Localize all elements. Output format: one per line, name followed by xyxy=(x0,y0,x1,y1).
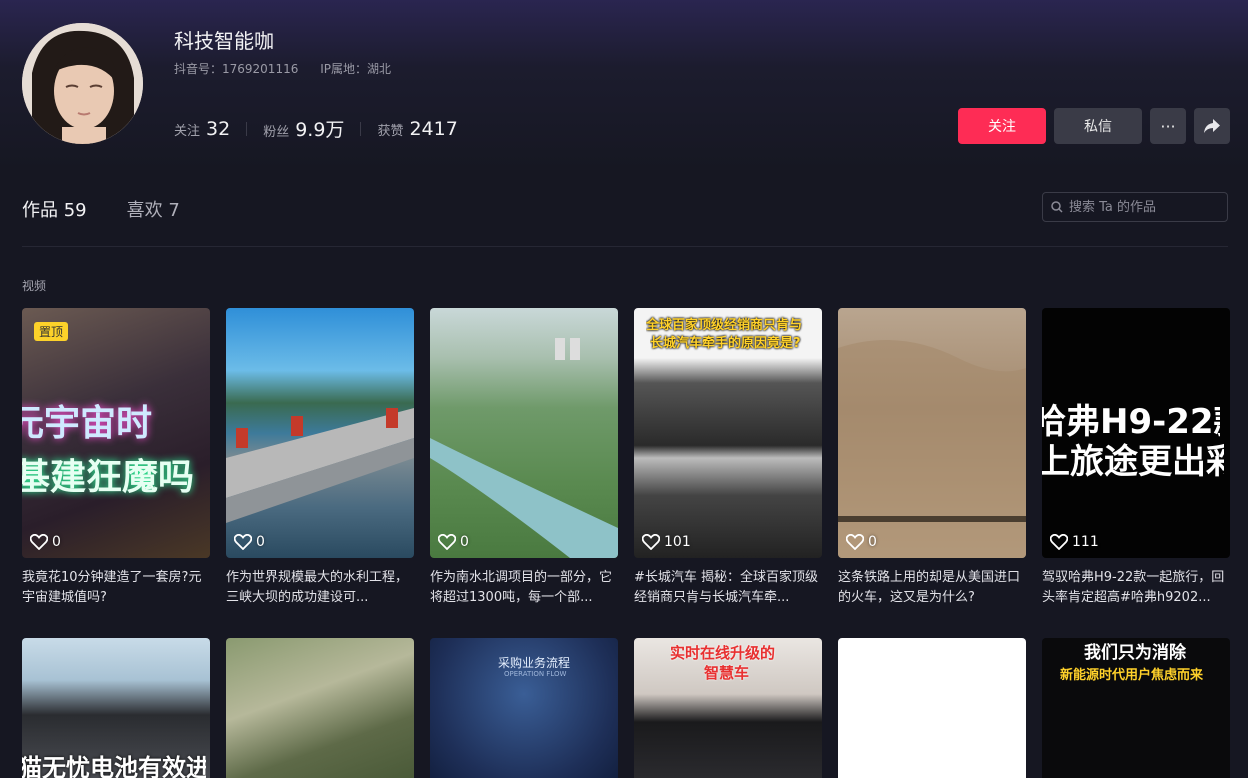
overlay-text: 我们只为消除 xyxy=(1084,643,1186,663)
heart-icon xyxy=(30,534,48,550)
like-count: 0 xyxy=(846,534,877,550)
overlay-text: 智慧车 xyxy=(704,664,750,682)
overlay-text: OPERATION FLOW xyxy=(504,670,567,678)
video-thumbnail[interactable]: 置顶 元宇宙时 基建狂魔吗 0 xyxy=(22,308,210,558)
profile-stats: 关注 32 粉丝 9.9万 获赞 2417 xyxy=(174,115,458,142)
heart-icon xyxy=(234,534,252,550)
overlay-text: 全球百家顶级经销商只肯与 xyxy=(646,318,803,333)
stat-value: 9.9万 xyxy=(295,119,345,141)
divider xyxy=(22,246,1228,247)
share-icon xyxy=(1204,119,1220,133)
more-button[interactable]: ··· xyxy=(1150,108,1186,144)
canal-illustration xyxy=(430,338,618,558)
video-card[interactable] xyxy=(838,638,1026,778)
stat-divider xyxy=(246,121,248,136)
stat-value: 32 xyxy=(206,117,231,140)
pinned-badge: 置顶 xyxy=(34,322,69,341)
video-card[interactable]: 哈弗H9-22款 上旅途更出彩 111 驾驭哈弗H9-22款一起旅行，回头率肯定… xyxy=(1042,308,1230,608)
like-count-value: 101 xyxy=(664,534,691,550)
video-caption[interactable]: 驾驭哈弗H9-22款一起旅行，回头率肯定超高#哈弗h9202... xyxy=(1042,568,1230,608)
search-icon xyxy=(1051,201,1063,213)
video-thumbnail[interactable]: 我们只为消除 新能源时代用户焦虑而来 xyxy=(1042,638,1230,778)
profile-meta: 抖音号：1769201116 IP属地：湖北 xyxy=(174,60,409,77)
ip-location: IP属地：湖北 xyxy=(320,62,391,76)
video-card[interactable]: 我们只为消除 新能源时代用户焦虑而来 xyxy=(1042,638,1230,778)
overlay-text: 实时在线升级的 xyxy=(670,644,776,662)
overlay-text: 元宇宙时 xyxy=(22,403,153,444)
video-thumbnail[interactable]: 实时在线升级的 智慧车 xyxy=(634,638,822,778)
video-card[interactable]: 0 这条铁路上用的却是从美国进口的火车，这又是为什么? xyxy=(838,308,1026,608)
video-thumbnail[interactable] xyxy=(838,638,1026,778)
overlay-text: 猫无忧电池有效进 xyxy=(22,754,206,778)
video-card[interactable]: 实时在线升级的 智慧车 xyxy=(634,638,822,778)
stat-followers[interactable]: 粉丝 9.9万 xyxy=(263,115,344,142)
like-count-value: 0 xyxy=(460,534,469,550)
video-thumbnail[interactable]: 0 xyxy=(838,308,1026,558)
overlay-text: 新能源时代用户焦虑而来 xyxy=(1060,668,1204,683)
stat-following[interactable]: 关注 32 xyxy=(174,118,230,140)
like-count: 0 xyxy=(438,534,469,550)
like-count: 0 xyxy=(30,534,61,550)
video-caption[interactable]: 我竟花10分钟建造了一套房?元宇宙建城值吗? xyxy=(22,568,210,608)
profile-name: 科技智能咖 xyxy=(174,29,274,53)
like-count-value: 0 xyxy=(256,534,265,550)
section-title: 视频 xyxy=(22,279,47,293)
stat-value: 2417 xyxy=(409,117,458,140)
video-thumbnail[interactable]: 全球百家顶级经销商只肯与 长城汽车牵手的原因竟是? 101 xyxy=(634,308,822,558)
heart-icon xyxy=(642,534,660,550)
tab-likes[interactable]: 喜欢 7 xyxy=(127,196,180,222)
douyin-id: 抖音号：1769201116 xyxy=(174,62,299,76)
overlay-text: 上旅途更出彩 xyxy=(1042,442,1224,482)
search-input[interactable] xyxy=(1067,198,1221,216)
video-caption[interactable]: 作为南水北调项目的一部分，它将超过1300吨，每一个部... xyxy=(430,568,618,608)
video-card[interactable]: 置顶 元宇宙时 基建狂魔吗 0 我竟花10分钟建造了一套房?元宇宙建城值吗? xyxy=(22,308,210,608)
video-caption[interactable]: #长城汽车 揭秘：全球百家顶级经销商只肯与长城汽车牵... xyxy=(634,568,822,608)
video-thumbnail[interactable]: 采购业务流程 OPERATION FLOW xyxy=(430,638,618,778)
video-card[interactable]: 0 作为世界规模最大的水利工程，三峡大坝的成功建设可... xyxy=(226,308,414,608)
stat-label: 粉丝 xyxy=(263,125,290,140)
heart-icon xyxy=(1050,534,1068,550)
video-thumbnail[interactable] xyxy=(226,638,414,778)
video-card[interactable]: 猫无忧电池有效进 xyxy=(22,638,210,778)
video-caption[interactable]: 作为世界规模最大的水利工程，三峡大坝的成功建设可... xyxy=(226,568,414,608)
video-caption[interactable]: 这条铁路上用的却是从美国进口的火车，这又是为什么? xyxy=(838,568,1026,608)
video-card[interactable] xyxy=(226,638,414,778)
stat-divider xyxy=(360,121,362,136)
like-count: 0 xyxy=(234,534,265,550)
like-count-value: 0 xyxy=(52,534,61,550)
video-thumbnail[interactable]: 0 xyxy=(430,308,618,558)
follow-button[interactable]: 关注 xyxy=(958,108,1046,144)
video-card[interactable]: 0 作为南水北调项目的一部分，它将超过1300吨，每一个部... xyxy=(430,308,618,608)
like-count-value: 0 xyxy=(868,534,877,550)
message-button[interactable]: 私信 xyxy=(1054,108,1142,144)
dam-illustration xyxy=(226,408,414,523)
video-thumbnail[interactable]: 哈弗H9-22款 上旅途更出彩 111 xyxy=(1042,308,1230,558)
video-thumbnail[interactable]: 猫无忧电池有效进 xyxy=(22,638,210,778)
search-box[interactable] xyxy=(1042,192,1228,222)
overlay-text: 采购业务流程 xyxy=(498,656,571,670)
like-count-value: 111 xyxy=(1072,534,1099,550)
heart-icon xyxy=(846,534,864,550)
avatar[interactable] xyxy=(22,23,143,144)
desert-illustration xyxy=(838,340,1026,558)
video-card[interactable]: 全球百家顶级经销商只肯与 长城汽车牵手的原因竟是? 101 #长城汽车 揭秘：全… xyxy=(634,308,822,608)
stat-likes: 获赞 2417 xyxy=(377,118,457,140)
overlay-text: 基建狂魔吗 xyxy=(22,457,195,498)
heart-icon xyxy=(438,534,456,550)
stat-label: 获赞 xyxy=(377,123,404,139)
stat-label: 关注 xyxy=(174,123,201,139)
video-card[interactable]: 采购业务流程 OPERATION FLOW xyxy=(430,638,618,778)
video-grid: 置顶 元宇宙时 基建狂魔吗 0 我竟花10分钟建造了一套房?元宇宙建城值吗? 0 xyxy=(22,308,1230,778)
tab-works[interactable]: 作品 59 xyxy=(22,196,87,222)
video-thumbnail[interactable]: 0 xyxy=(226,308,414,558)
like-count: 101 xyxy=(642,534,691,550)
overlay-text: 长城汽车牵手的原因竟是? xyxy=(650,336,801,351)
share-button[interactable] xyxy=(1194,108,1230,144)
avatar-image xyxy=(22,23,143,144)
profile-tabs: 作品 59 喜欢 7 xyxy=(22,196,220,222)
like-count: 111 xyxy=(1050,534,1099,550)
